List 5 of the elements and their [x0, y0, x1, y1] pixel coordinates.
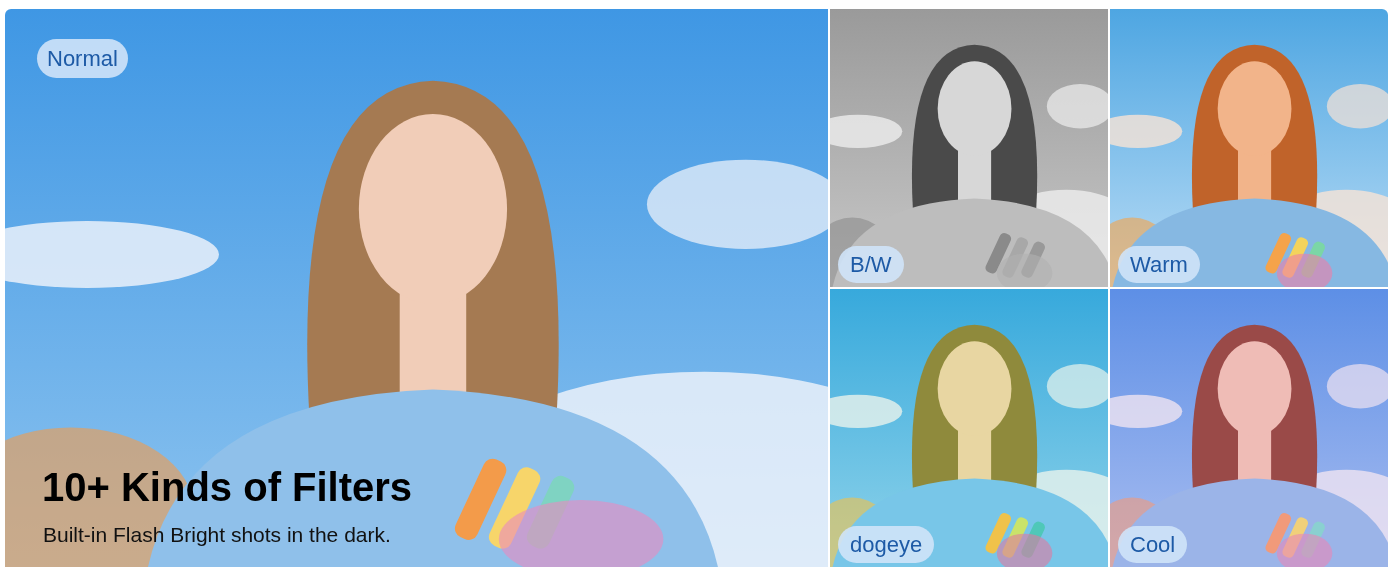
subtitle: Built-in Flash Bright shots in the dark. [43, 522, 391, 548]
filter-label: Warm [1118, 246, 1200, 283]
filter-label: dogeye [838, 526, 935, 563]
headline: 10+ Kinds of Filters [42, 464, 413, 511]
filter-label: Normal [37, 39, 128, 78]
